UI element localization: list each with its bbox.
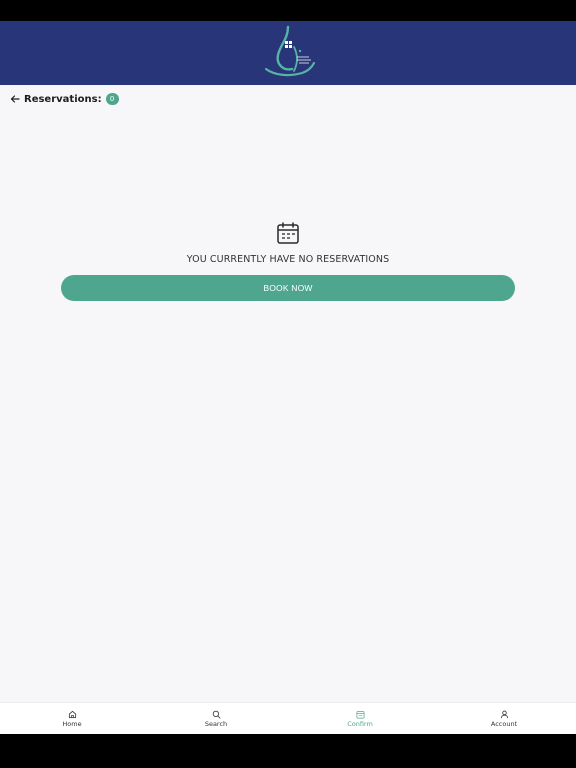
reservations-count-badge: 0 [105,93,119,105]
app-screen: Reservations: 0 YOU CURRENTLY HAVE NO RE… [0,21,576,734]
tab-home[interactable]: Home [0,703,144,734]
tab-search[interactable]: Search [144,703,288,734]
app-logo-icon [264,25,316,77]
bottom-bezel [0,734,576,768]
bottom-tab-bar: Home Search Confirm Account [0,702,576,734]
tab-label: Search [204,719,228,728]
search-icon [212,710,221,719]
book-now-button[interactable]: BOOK NOW [61,275,515,301]
arrow-left-icon[interactable] [10,94,20,104]
tab-label: Account [490,719,518,728]
empty-state-message: YOU CURRENTLY HAVE NO RESERVATIONS [186,254,390,265]
reservations-title: Reservations: [24,93,102,105]
user-icon [500,710,508,718]
status-bar [0,0,576,21]
tab-confirm[interactable]: Confirm [288,703,432,734]
home-icon [68,710,76,718]
app-header [0,21,576,85]
calendar-icon [277,222,299,244]
reservations-header: Reservations: 0 [10,91,119,107]
tab-label: Confirm [347,719,373,728]
calendar-icon [356,710,364,718]
tab-label: Home [62,719,82,728]
tab-account[interactable]: Account [432,703,576,734]
